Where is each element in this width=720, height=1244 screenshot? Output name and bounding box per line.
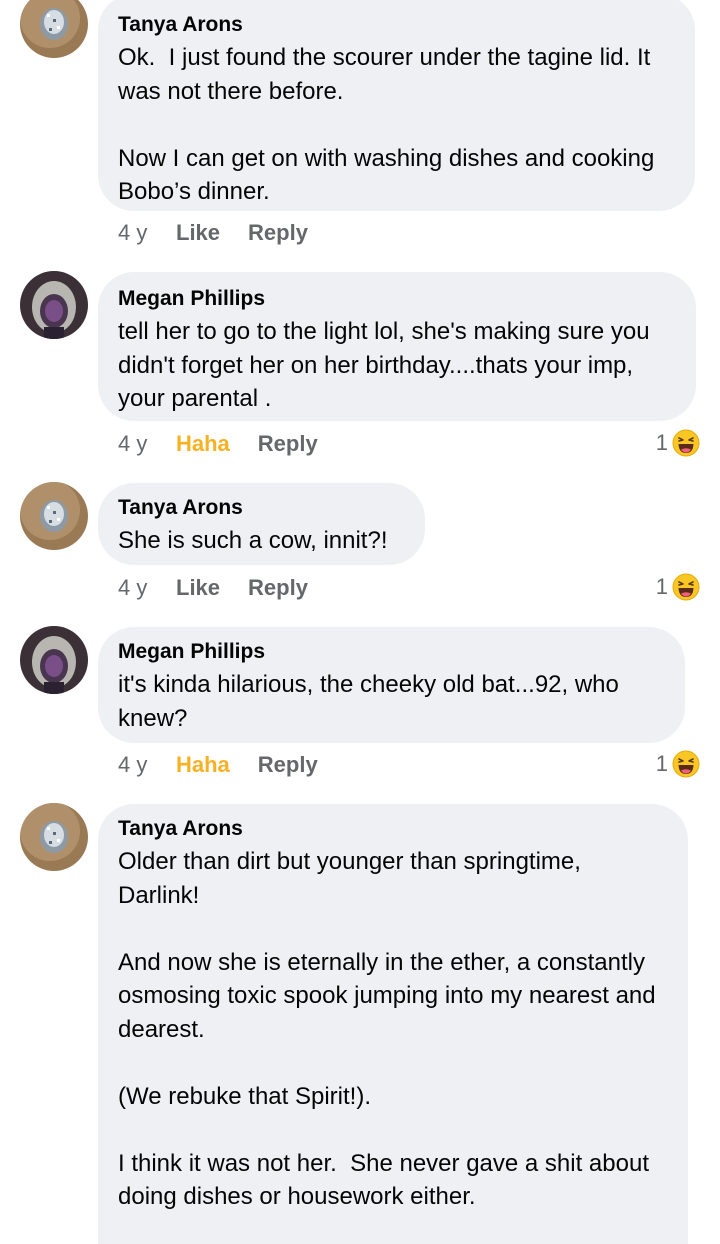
comment-bubble: Tanya Arons Ok. I just found the scourer… [98, 0, 695, 211]
like-button[interactable]: Like [176, 573, 220, 603]
comment-actions: 4 y Like Reply [118, 218, 308, 248]
comment-author[interactable]: Megan Phillips [118, 639, 665, 665]
reaction-count: 1 [655, 430, 668, 455]
haha-reaction-button[interactable]: Haha [176, 750, 230, 780]
comment-actions: 4 y Haha Reply [118, 429, 318, 459]
comment-author[interactable]: Tanya Arons [118, 495, 405, 521]
reply-button[interactable]: Reply [248, 218, 308, 248]
haha-emoji-icon [672, 573, 700, 601]
comment-bubble: Tanya Arons Older than dirt but younger … [98, 804, 688, 1244]
avatar[interactable] [20, 803, 88, 871]
comment-author[interactable]: Tanya Arons [118, 12, 675, 38]
comment-timestamp[interactable]: 4 y [118, 750, 176, 780]
comment-bubble: Megan Phillips it's kinda hilarious, the… [98, 627, 685, 743]
avatar[interactable] [20, 271, 88, 339]
comment-timestamp[interactable]: 4 y [118, 573, 176, 603]
reaction-summary[interactable]: 1 [656, 428, 700, 458]
haha-emoji-icon [672, 750, 700, 778]
reply-button[interactable]: Reply [258, 429, 318, 459]
avatar[interactable] [20, 482, 88, 550]
haha-emoji-icon [672, 429, 700, 457]
disco-ball-avatar-icon [20, 482, 88, 550]
haha-reaction-button[interactable]: Haha [176, 429, 230, 459]
comment-text: Older than dirt but younger than springt… [118, 848, 656, 1210]
hooded-person-avatar-icon [20, 626, 88, 694]
comment-timestamp[interactable]: 4 y [118, 218, 176, 248]
comment-author[interactable]: Megan Phillips [118, 286, 676, 312]
reply-button[interactable]: Reply [258, 750, 318, 780]
reaction-summary[interactable]: 1 [656, 749, 700, 779]
hooded-person-avatar-icon [20, 271, 88, 339]
like-button[interactable]: Like [176, 218, 220, 248]
comment-actions: 4 y Like Reply [118, 573, 308, 603]
avatar[interactable] [20, 0, 88, 58]
comment-actions: 4 y Haha Reply [118, 750, 318, 780]
reaction-summary[interactable]: 1 [656, 572, 700, 602]
reaction-count: 1 [655, 574, 668, 599]
reaction-count: 1 [655, 751, 668, 776]
comment-text: tell her to go to the light lol, she's m… [118, 318, 657, 412]
avatar[interactable] [20, 626, 88, 694]
comment-text: She is such a cow, innit?! [118, 527, 388, 554]
comment-text: Ok. I just found the scourer under the t… [118, 44, 655, 205]
comment-text: it's kinda hilarious, the cheeky old bat… [118, 671, 626, 732]
comment-author[interactable]: Tanya Arons [118, 816, 668, 842]
disco-ball-avatar-icon [20, 0, 88, 58]
comment-bubble: Tanya Arons She is such a cow, innit?! [98, 483, 425, 565]
reply-button[interactable]: Reply [248, 573, 308, 603]
comment-bubble: Megan Phillips tell her to go to the lig… [98, 272, 696, 421]
comment-timestamp[interactable]: 4 y [118, 429, 176, 459]
disco-ball-avatar-icon [20, 803, 88, 871]
